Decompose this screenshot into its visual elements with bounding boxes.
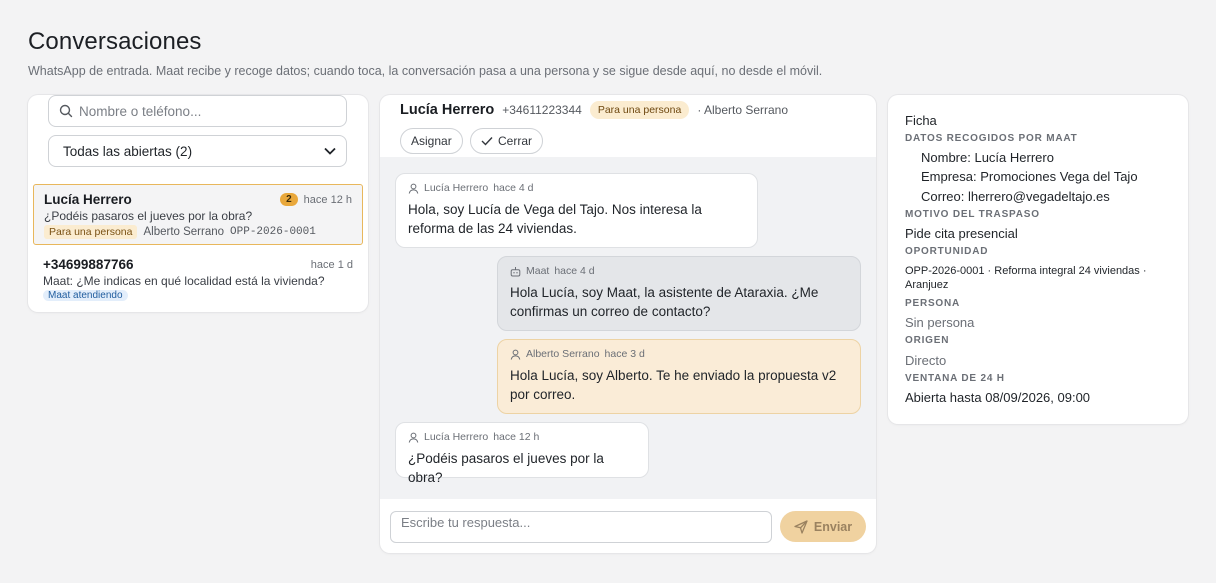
message-sender: Maat [526, 265, 550, 277]
ficha-title: Ficha [905, 113, 937, 128]
field-ventana: Abierta hasta 08/09/2026, 09:00 [905, 390, 1091, 405]
conversation-name: Lucía Herrero [44, 192, 132, 207]
status-badge: Para una persona [44, 225, 138, 239]
section-label: Ventana de 24 h [905, 373, 1005, 384]
assign-button-label: Asignar [411, 134, 452, 148]
search-icon [59, 104, 73, 118]
send-button[interactable]: Enviar [780, 511, 866, 542]
chevron-down-icon [324, 147, 336, 155]
send-icon [794, 519, 808, 534]
status-badge: Maat atendiendo [43, 290, 128, 301]
message-time: hace 3 d [604, 348, 645, 360]
search-input[interactable] [79, 103, 329, 119]
search-box[interactable] [48, 95, 347, 127]
user-icon [408, 432, 419, 443]
send-button-label: Enviar [813, 519, 853, 534]
message-sender: Alberto Serrano [526, 348, 600, 360]
assign-button[interactable]: Asignar [400, 128, 463, 154]
field-empresa: Empresa: Promociones Vega del Tajo [921, 169, 1138, 184]
ficha-panel: Ficha Datos recogidos por Maat Nombre: L… [888, 95, 1188, 424]
conversation-assignee: Alberto Serrano [143, 226, 225, 238]
section-label: Oportunidad [905, 246, 989, 257]
chat-contact-name: Lucía Herrero [400, 102, 495, 118]
message-text: Hola, soy Lucía de Vega del Tajo. Nos in… [408, 202, 702, 236]
message-list[interactable]: Lucía Herrero hace 4 d Hola, soy Lucía d… [380, 157, 876, 499]
chat-contact-phone: +34611223344 [502, 103, 582, 117]
user-icon [510, 349, 521, 360]
reply-input[interactable] [390, 511, 772, 543]
conversation-item[interactable]: Lucía Herrero 2 hace 12 h ¿Podéis pasaro… [33, 184, 363, 245]
section-label: Persona [905, 298, 961, 309]
chat-panel: Lucía Herrero +34611223344 Para una pers… [380, 95, 876, 553]
field-correo: Correo: lherrero@vegadeltajo.es [921, 189, 1110, 204]
page-title: Conversaciones [28, 28, 202, 55]
field-oportunidad[interactable]: OPP-2026-0001 · Reforma integral 24 vivi… [905, 264, 1175, 292]
field-nombre: Nombre: Lucía Herrero [921, 150, 1054, 165]
close-button-label: Cerrar [498, 134, 533, 148]
filter-select-value: Todas las abiertas (2) [63, 143, 193, 159]
conversation-time: hace 1 d [310, 258, 353, 271]
chat-assignee: · Alberto Serrano [697, 103, 789, 117]
message-text: ¿Podéis pasaros el jueves por la obra? [408, 451, 604, 485]
bot-icon [510, 266, 521, 276]
message-bubble: Alberto Serrano hace 3 d Hola Lucía, soy… [497, 339, 861, 414]
field-motivo: Pide cita presencial [905, 226, 1018, 241]
check-icon [481, 137, 493, 146]
message-text: Hola Lucía, soy Alberto. Te he enviado l… [510, 368, 837, 402]
message-time: hace 4 d [493, 182, 534, 194]
message-bubble: Lucía Herrero hace 12 h ¿Podéis pasaros … [395, 422, 649, 485]
section-label: Motivo del traspaso [905, 209, 1040, 220]
message-text: Hola Lucía, soy Maat, la asistente de At… [510, 285, 819, 319]
message-sender: Lucía Herrero [424, 431, 489, 443]
field-origen: Directo [905, 353, 947, 368]
conversation-list-panel: Todas las abiertas (2) Lucía Herrero 2 h… [28, 95, 368, 312]
message-bubble: Maat hace 4 d Hola Lucía, soy Maat, la a… [497, 256, 861, 331]
page-subtitle: WhatsApp de entrada. Maat recibe y recog… [28, 64, 823, 78]
page-header: Conversaciones WhatsApp de entrada. Maat… [28, 28, 822, 78]
filter-select[interactable]: Todas las abiertas (2) [48, 135, 347, 167]
message-time: hace 4 d [554, 265, 595, 277]
chat-header: Lucía Herrero +34611223344 Para una pers… [400, 101, 788, 119]
field-persona: Sin persona [905, 315, 975, 330]
conversation-preview: Maat: ¿Me indicas en qué localidad está … [43, 274, 325, 288]
message-sender: Lucía Herrero [424, 182, 489, 194]
conversation-name: +34699887766 [43, 257, 134, 272]
message-time: hace 12 h [493, 431, 540, 443]
section-label: Origen [905, 335, 950, 346]
conversation-preview: ¿Podéis pasaros el jueves por la obra? [44, 209, 253, 223]
conversation-opportunity: OPP-2026-0001 [230, 226, 316, 238]
status-badge: Para una persona [589, 101, 690, 119]
section-label: Datos recogidos por Maat [905, 133, 1078, 144]
user-icon [408, 183, 419, 194]
message-bubble: Lucía Herrero hace 4 d Hola, soy Lucía d… [395, 173, 758, 248]
conversation-time: hace 12 h [303, 193, 352, 206]
unread-badge: 2 [280, 193, 298, 206]
close-conversation-button[interactable]: Cerrar [470, 128, 544, 154]
conversation-item[interactable]: +34699887766 hace 1 d Maat: ¿Me indicas … [33, 250, 363, 301]
